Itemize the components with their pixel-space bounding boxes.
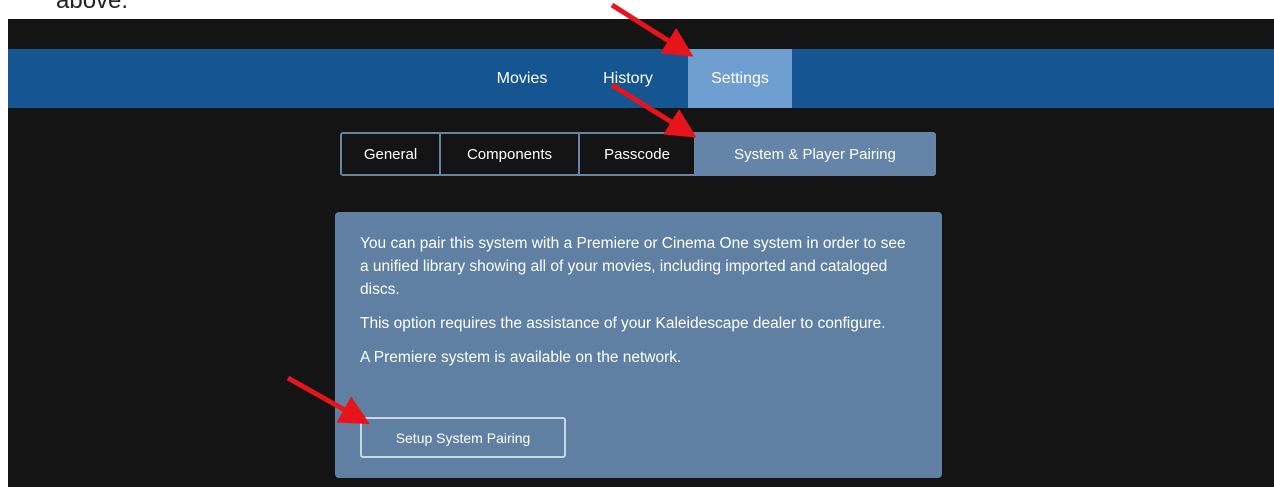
nav-tab-settings[interactable]: Settings [688,49,792,108]
nav-tab-movies[interactable]: Movies [476,49,568,108]
top-navigation-bar: Movies History Settings [8,49,1274,108]
app-window: Movies History Settings General Componen… [8,19,1274,487]
pairing-description: You can pair this system with a Premiere… [360,235,906,298]
tab-system-player-pairing[interactable]: System & Player Pairing [696,134,934,174]
document-text-fragment: above. [56,0,129,14]
tab-passcode[interactable]: Passcode [580,134,696,174]
dealer-note: This option requires the assistance of y… [360,315,886,332]
settings-subtabs: General Components Passcode System & Pla… [340,132,936,176]
tab-components[interactable]: Components [441,134,580,174]
network-status-text: A Premiere system is available on the ne… [360,349,682,366]
setup-system-pairing-button[interactable]: Setup System Pairing [360,417,566,458]
nav-tab-history[interactable]: History [582,49,674,108]
tab-general[interactable]: General [342,134,441,174]
pairing-info-panel: You can pair this system with a Premiere… [335,212,942,478]
